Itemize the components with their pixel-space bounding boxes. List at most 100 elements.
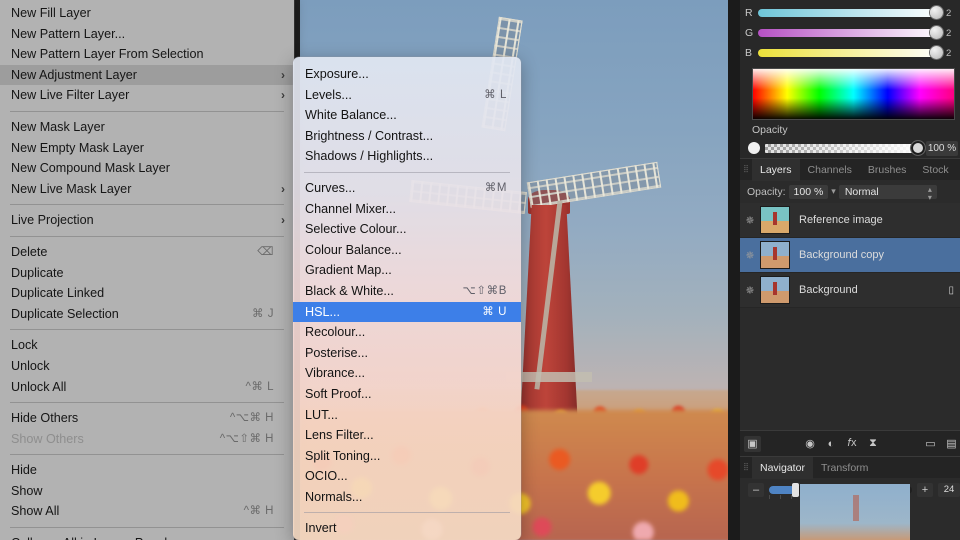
menu-item-hide-others[interactable]: Hide Others ^⌥⌘ H	[0, 408, 294, 429]
live-filter-icon[interactable]: ⧗	[865, 436, 882, 452]
slider-knob-icon[interactable]	[930, 6, 943, 19]
panel-grip-icon[interactable]: ⦙⦙	[740, 164, 752, 175]
submenu-item-ocio[interactable]: OCIO...	[293, 466, 521, 487]
submenu-item-curves[interactable]: Curves... ⌘M	[293, 178, 521, 199]
submenu-item-gradient-map[interactable]: Gradient Map...	[293, 260, 521, 281]
menu-item-collapse-all-in-layers-panel[interactable]: Collapse All in Layers Panel	[0, 533, 294, 540]
stepper-icon[interactable]: ▴ ▾	[928, 185, 932, 203]
submenu-item-vibrance[interactable]: Vibrance...	[293, 363, 521, 384]
menu-item-unlock[interactable]: Unlock	[0, 356, 294, 377]
menu-item-duplicate-linked[interactable]: Duplicate Linked	[0, 283, 294, 304]
submenu-item-selective-colour[interactable]: Selective Colour...	[293, 219, 521, 240]
submenu-item-white-balance[interactable]: White Balance...	[293, 105, 521, 126]
layers-opacity-value[interactable]: 100 %	[788, 184, 829, 199]
submenu-item-split-toning[interactable]: Split Toning...	[293, 446, 521, 467]
colour-channel-row-b[interactable]: B 2	[740, 43, 960, 63]
menu-item-new-mask-layer[interactable]: New Mask Layer	[0, 117, 294, 138]
submenu-item-lut[interactable]: LUT...	[293, 405, 521, 426]
menu-item-new-pattern-layer-from-selection[interactable]: New Pattern Layer From Selection	[0, 44, 294, 65]
submenu-item-soft-proof[interactable]: Soft Proof...	[293, 384, 521, 405]
layer-menu[interactable]: New Fill Layer New Pattern Layer... New Pa…	[0, 0, 294, 540]
slider-knob-icon[interactable]	[911, 140, 925, 155]
adjustment-icon[interactable]: ◐	[823, 436, 840, 452]
menu-item-new-adjustment-layer[interactable]: New Adjustment Layer ›	[0, 64, 294, 86]
tab-layers[interactable]: Layers	[752, 158, 800, 181]
layers-toolbar[interactable]: ▣ ◉ ◐ 𝑓x ⧗ ▭ ▤	[740, 430, 960, 456]
thumbnail-windmill	[772, 246, 778, 261]
visibility-checkbox-icon[interactable]: ✵	[740, 249, 760, 262]
studio-tabbar[interactable]: ⦙⦙ Layers Channels Brushes Stock	[740, 158, 960, 181]
menu-item-show[interactable]: Show	[0, 481, 294, 502]
menu-item-duplicate-selection[interactable]: Duplicate Selection ⌘ J	[0, 304, 294, 325]
tab-stock[interactable]: Stock	[914, 159, 956, 181]
colour-opacity-slider[interactable]	[765, 140, 925, 155]
menu-item-new-live-filter-layer[interactable]: New Live Filter Layer ›	[0, 85, 294, 106]
submenu-item-recolour[interactable]: Recolour...	[293, 322, 521, 343]
tab-channels[interactable]: Channels	[800, 159, 860, 181]
navigator-preview[interactable]	[800, 484, 910, 540]
new-adjustment-layer-submenu[interactable]: Exposure... Levels... ⌘ L White Balance... B…	[293, 57, 521, 540]
submenu-item-brightness-contrast[interactable]: Brightness / Contrast...	[293, 126, 521, 147]
colour-channel-row-g[interactable]: G 2	[740, 23, 960, 43]
mask-icon[interactable]: ◉	[802, 436, 819, 452]
zoom-value[interactable]: 24	[938, 483, 960, 497]
menu-item-live-projection[interactable]: Live Projection ›	[0, 210, 294, 231]
submenu-item-hsl[interactable]: HSL... ⌘ U	[293, 301, 521, 323]
menu-item-new-fill-layer[interactable]: New Fill Layer	[0, 3, 294, 24]
colour-channel-row-r[interactable]: R 2	[740, 3, 960, 23]
layers-list[interactable]: ✵ Reference image ✵ Background copy ✵ Backgro…	[740, 203, 960, 308]
submenu-item-invert[interactable]: Invert	[293, 518, 521, 539]
menu-item-new-live-mask-layer[interactable]: New Live Mask Layer ›	[0, 179, 294, 200]
colour-opacity-row[interactable]: 100 %	[740, 138, 960, 158]
add-layer-icon[interactable]: ▤	[943, 436, 960, 452]
tab-brushes[interactable]: Brushes	[860, 159, 915, 181]
submenu-item-normals[interactable]: Normals...	[293, 487, 521, 508]
fx-icon[interactable]: 𝑓x	[844, 436, 861, 452]
menu-item-hide[interactable]: Hide	[0, 460, 294, 481]
visibility-checkbox-icon[interactable]: ✵	[740, 214, 760, 227]
zoom-out-button[interactable]: –	[748, 483, 764, 497]
submenu-item-colour-balance[interactable]: Colour Balance...	[293, 240, 521, 261]
layer-name: Background	[799, 284, 858, 296]
slider-knob-icon[interactable]	[930, 46, 943, 59]
colour-spectrum-field[interactable]	[752, 68, 955, 120]
channel-slider-r[interactable]	[758, 6, 943, 19]
menu-item-unlock-all[interactable]: Unlock All ^⌘ L	[0, 377, 294, 398]
menu-item-duplicate[interactable]: Duplicate	[0, 263, 294, 284]
colour-opacity-value[interactable]: 100 %	[926, 140, 958, 156]
blend-mode-select[interactable]: Normal ▴ ▾	[838, 184, 937, 202]
menu-item-show-all[interactable]: Show All ^⌘ H	[0, 501, 294, 522]
channel-slider-g[interactable]	[758, 26, 943, 39]
tab-transform[interactable]: Transform	[813, 457, 876, 479]
submenu-item-posterise[interactable]: Posterise...	[293, 343, 521, 364]
navigator-tabbar[interactable]: ⦙⦙ Navigator Transform	[740, 456, 960, 479]
menu-item-delete[interactable]: Delete ⌫	[0, 242, 294, 263]
submenu-item-black-white[interactable]: Black & White... ⌥⇧⌘B	[293, 281, 521, 302]
channel-slider-b[interactable]	[758, 46, 943, 59]
folder-icon[interactable]: ▭	[922, 436, 939, 452]
menu-item-lock[interactable]: Lock	[0, 335, 294, 356]
visibility-checkbox-icon[interactable]: ✵	[740, 284, 760, 297]
table-row[interactable]: ✵ Background ▯	[740, 273, 960, 308]
tab-navigator[interactable]: Navigator	[752, 456, 813, 479]
channel-value-b[interactable]: 2	[943, 48, 960, 59]
submenu-item-channel-mixer[interactable]: Channel Mixer...	[293, 199, 521, 220]
submenu-item-shadows-highlights[interactable]: Shadows / Highlights...	[293, 146, 521, 167]
lock-icon[interactable]: ▯	[948, 285, 954, 296]
table-row[interactable]: ✵ Reference image	[740, 203, 960, 238]
table-row[interactable]: ✵ Background copy	[740, 238, 960, 273]
channel-value-g[interactable]: 2	[943, 28, 960, 39]
submenu-item-exposure[interactable]: Exposure...	[293, 64, 521, 85]
menu-item-new-pattern-layer[interactable]: New Pattern Layer...	[0, 24, 294, 45]
submenu-item-lens-filter[interactable]: Lens Filter...	[293, 425, 521, 446]
submenu-item-levels[interactable]: Levels... ⌘ L	[293, 85, 521, 106]
layers-stack-icon[interactable]: ▣	[744, 435, 761, 452]
menu-item-new-empty-mask-layer[interactable]: New Empty Mask Layer	[0, 138, 294, 159]
channel-value-r[interactable]: 2	[943, 8, 960, 19]
zoom-in-button[interactable]: +	[917, 483, 933, 497]
panel-grip-icon[interactable]: ⦙⦙	[740, 462, 752, 473]
chevron-down-icon[interactable]: ▾	[831, 186, 836, 197]
slider-knob-icon[interactable]	[930, 26, 943, 39]
layers-opacity-bar[interactable]: Opacity: 100 % ▾ Normal ▴ ▾	[740, 180, 960, 203]
menu-item-new-compound-mask-layer[interactable]: New Compound Mask Layer	[0, 158, 294, 179]
